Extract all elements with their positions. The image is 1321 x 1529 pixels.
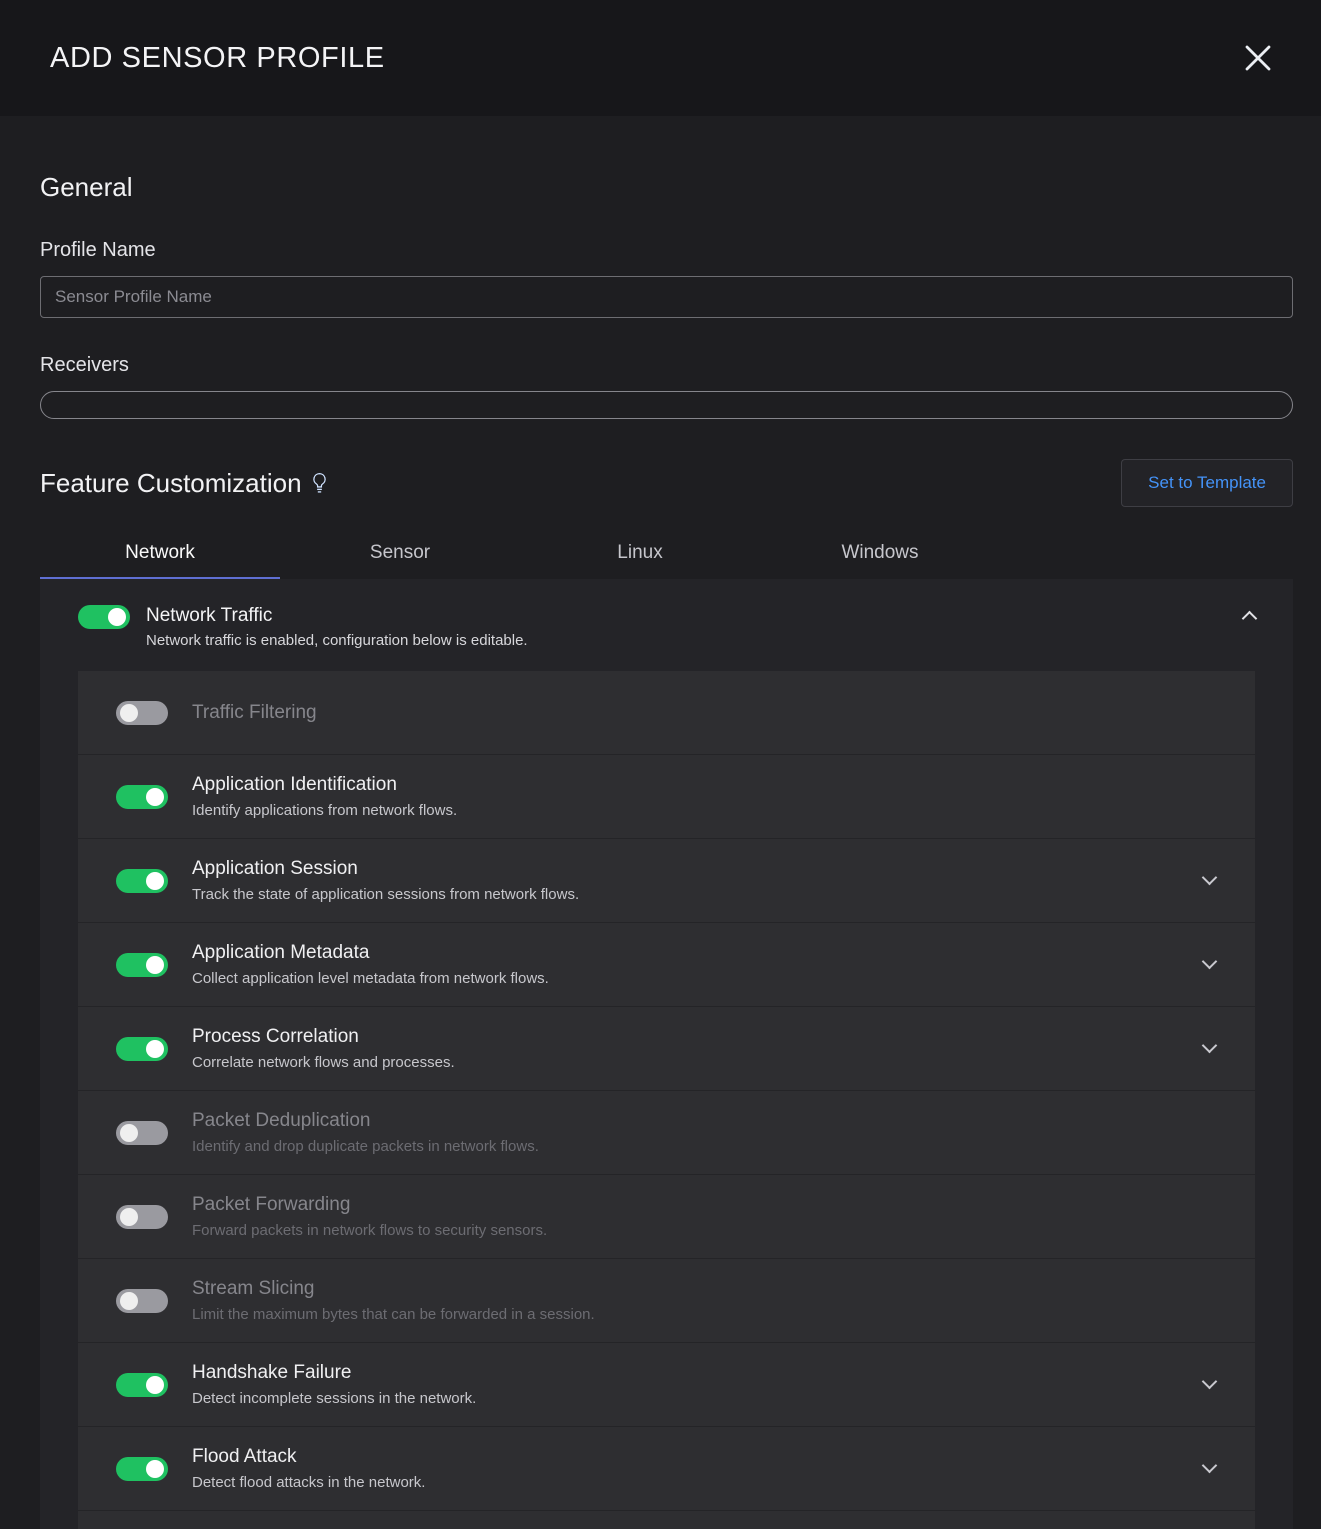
- feature-row-traffic-filtering: Traffic Filtering: [78, 671, 1255, 755]
- feature-customization-heading: Feature Customization: [40, 468, 327, 499]
- toggle-knob: [146, 788, 164, 806]
- toggle-knob: [146, 956, 164, 974]
- feature-customization-header: Feature Customization Set to Template: [40, 459, 1293, 507]
- feature-description: Collect application level metadata from …: [192, 970, 1180, 987]
- toggle-packet-deduplication[interactable]: [116, 1121, 168, 1145]
- feature-description: Detect incomplete sessions in the networ…: [192, 1390, 1180, 1407]
- toggle-knob: [146, 1460, 164, 1478]
- toggle-packet-forwarding[interactable]: [116, 1205, 168, 1229]
- toggle-knob: [120, 1208, 138, 1226]
- feature-row-application-metadata: Application Metadata Collect application …: [78, 923, 1255, 1007]
- toggle-knob: [108, 608, 126, 626]
- feature-text: Handshake Failure Detect incomplete sessi…: [192, 1362, 1180, 1407]
- feature-text: Packet Deduplication Identify and drop du…: [192, 1110, 1215, 1155]
- feature-title: Application Identification: [192, 774, 1215, 796]
- chevron-down-icon[interactable]: [1202, 1374, 1218, 1390]
- feature-text: Application Identification Identify appli…: [192, 774, 1215, 819]
- feature-list: Traffic Filtering Application Identificat…: [78, 671, 1255, 1511]
- network-traffic-toggle[interactable]: [78, 605, 130, 629]
- feature-title: Flood Attack: [192, 1446, 1180, 1468]
- chevron-down-icon[interactable]: [1202, 954, 1218, 970]
- toggle-stream-slicing[interactable]: [116, 1289, 168, 1313]
- lightbulb-icon: [312, 472, 327, 494]
- profile-name-label: Profile Name: [40, 239, 1293, 262]
- toggle-knob: [120, 704, 138, 722]
- feature-description: Track the state of application sessions …: [192, 886, 1180, 903]
- feature-text: Application Session Track the state of ap…: [192, 858, 1180, 903]
- tab-bar: NetworkSensorLinuxWindows: [40, 529, 1293, 579]
- feature-description: Detect flood attacks in the network.: [192, 1474, 1180, 1491]
- chevron-down-icon[interactable]: [1202, 870, 1218, 886]
- close-button[interactable]: [1239, 39, 1277, 77]
- close-icon: [1243, 43, 1273, 73]
- feature-title: Process Correlation: [192, 1026, 1180, 1048]
- modal-title: ADD SENSOR PROFILE: [50, 42, 385, 75]
- feature-description: Correlate network flows and processes.: [192, 1054, 1180, 1071]
- toggle-application-metadata[interactable]: [116, 953, 168, 977]
- feature-customization-title: Feature Customization: [40, 468, 302, 499]
- toggle-knob: [146, 1376, 164, 1394]
- feature-row-process-correlation: Process Correlation Correlate network flo…: [78, 1007, 1255, 1091]
- feature-title: Traffic Filtering: [192, 702, 1215, 724]
- tab-windows[interactable]: Windows: [760, 529, 1000, 579]
- network-traffic-master-row: Network Traffic Network traffic is enabl…: [78, 605, 1255, 649]
- toggle-knob: [146, 1040, 164, 1058]
- set-to-template-button[interactable]: Set to Template: [1121, 459, 1293, 507]
- feature-row-application-identification: Application Identification Identify appli…: [78, 755, 1255, 839]
- feature-row-packet-deduplication: Packet Deduplication Identify and drop du…: [78, 1091, 1255, 1175]
- feature-title: Stream Slicing: [192, 1278, 1215, 1300]
- feature-title: Packet Forwarding: [192, 1194, 1215, 1216]
- feature-description: Limit the maximum bytes that can be forw…: [192, 1306, 1215, 1323]
- feature-row-partial: [78, 1511, 1255, 1529]
- receivers-input[interactable]: [40, 391, 1293, 419]
- network-traffic-description: Network traffic is enabled, configuratio…: [146, 632, 1228, 649]
- feature-title: Application Metadata: [192, 942, 1180, 964]
- feature-text: Stream Slicing Limit the maximum bytes th…: [192, 1278, 1215, 1323]
- feature-text: Application Metadata Collect application …: [192, 942, 1180, 987]
- feature-title: Packet Deduplication: [192, 1110, 1215, 1132]
- toggle-knob: [120, 1292, 138, 1310]
- receivers-label: Receivers: [40, 354, 1293, 377]
- feature-row-stream-slicing: Stream Slicing Limit the maximum bytes th…: [78, 1259, 1255, 1343]
- feature-row-handshake-failure: Handshake Failure Detect incomplete sessi…: [78, 1343, 1255, 1427]
- chevron-down-icon[interactable]: [1202, 1458, 1218, 1474]
- chevron-down-icon[interactable]: [1202, 1038, 1218, 1054]
- feature-panel: Network Traffic Network traffic is enabl…: [40, 579, 1293, 1529]
- feature-description: Identify applications from network flows…: [192, 802, 1215, 819]
- toggle-application-identification[interactable]: [116, 785, 168, 809]
- profile-name-input[interactable]: [40, 276, 1293, 318]
- tab-linux[interactable]: Linux: [520, 529, 760, 579]
- toggle-process-correlation[interactable]: [116, 1037, 168, 1061]
- network-traffic-text: Network Traffic Network traffic is enabl…: [146, 605, 1228, 649]
- feature-text: Flood Attack Detect flood attacks in the …: [192, 1446, 1180, 1491]
- toggle-knob: [146, 872, 164, 890]
- toggle-flood-attack[interactable]: [116, 1457, 168, 1481]
- modal-header: ADD SENSOR PROFILE: [0, 0, 1321, 116]
- chevron-up-icon[interactable]: [1242, 611, 1258, 627]
- feature-row-packet-forwarding: Packet Forwarding Forward packets in netw…: [78, 1175, 1255, 1259]
- feature-description: Identify and drop duplicate packets in n…: [192, 1138, 1215, 1155]
- feature-row-flood-attack: Flood Attack Detect flood attacks in the …: [78, 1427, 1255, 1511]
- general-heading: General: [40, 172, 1293, 203]
- tab-network[interactable]: Network: [40, 529, 280, 579]
- feature-text: Traffic Filtering: [192, 702, 1215, 724]
- feature-title: Handshake Failure: [192, 1362, 1180, 1384]
- modal-content: General Profile Name Receivers Feature C…: [0, 172, 1321, 1529]
- toggle-traffic-filtering[interactable]: [116, 701, 168, 725]
- toggle-knob: [120, 1124, 138, 1142]
- feature-title: Application Session: [192, 858, 1180, 880]
- feature-description: Forward packets in network flows to secu…: [192, 1222, 1215, 1239]
- network-traffic-title: Network Traffic: [146, 605, 1228, 627]
- tab-sensor[interactable]: Sensor: [280, 529, 520, 579]
- toggle-handshake-failure[interactable]: [116, 1373, 168, 1397]
- feature-text: Packet Forwarding Forward packets in netw…: [192, 1194, 1215, 1239]
- feature-row-application-session: Application Session Track the state of ap…: [78, 839, 1255, 923]
- feature-text: Process Correlation Correlate network flo…: [192, 1026, 1180, 1071]
- toggle-application-session[interactable]: [116, 869, 168, 893]
- add-sensor-profile-modal: ADD SENSOR PROFILE General Profile Name …: [0, 0, 1321, 1529]
